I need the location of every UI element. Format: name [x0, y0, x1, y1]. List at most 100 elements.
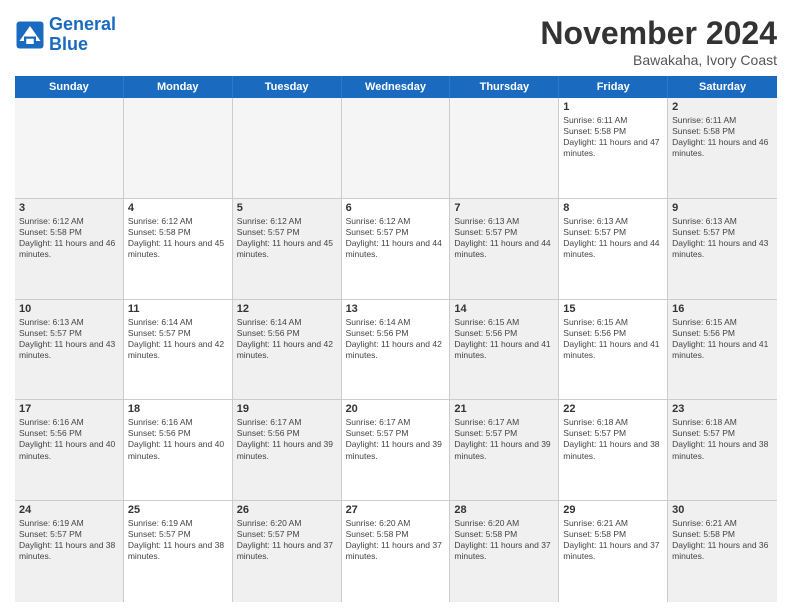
logo: General Blue: [15, 15, 116, 55]
logo-text: General Blue: [49, 15, 116, 55]
logo-icon: [15, 20, 45, 50]
day-info: Sunrise: 6:14 AMSunset: 5:56 PMDaylight:…: [237, 317, 337, 361]
day-cell-30: 30 Sunrise: 6:21 AMSunset: 5:58 PMDayligh…: [668, 501, 777, 602]
day-cell-11: 11 Sunrise: 6:14 AMSunset: 5:57 PMDayligh…: [124, 300, 233, 400]
day-number: 8: [563, 202, 663, 214]
day-number: 25: [128, 504, 228, 516]
day-info: Sunrise: 6:14 AMSunset: 5:56 PMDaylight:…: [346, 317, 446, 361]
day-number: 4: [128, 202, 228, 214]
title-area: November 2024 Bawakaha, Ivory Coast: [540, 15, 777, 68]
day-number: 30: [672, 504, 773, 516]
day-number: 19: [237, 403, 337, 415]
day-number: 13: [346, 303, 446, 315]
day-number: 22: [563, 403, 663, 415]
day-info: Sunrise: 6:20 AMSunset: 5:58 PMDaylight:…: [454, 518, 554, 562]
day-info: Sunrise: 6:16 AMSunset: 5:56 PMDaylight:…: [128, 417, 228, 461]
day-cell-6: 6 Sunrise: 6:12 AMSunset: 5:57 PMDaylight…: [342, 199, 451, 299]
day-number: 14: [454, 303, 554, 315]
day-number: 7: [454, 202, 554, 214]
day-cell-10: 10 Sunrise: 6:13 AMSunset: 5:57 PMDayligh…: [15, 300, 124, 400]
calendar-week-4: 17 Sunrise: 6:16 AMSunset: 5:56 PMDayligh…: [15, 400, 777, 501]
day-number: 5: [237, 202, 337, 214]
day-number: 3: [19, 202, 119, 214]
day-cell-12: 12 Sunrise: 6:14 AMSunset: 5:56 PMDayligh…: [233, 300, 342, 400]
day-cell-8: 8 Sunrise: 6:13 AMSunset: 5:57 PMDaylight…: [559, 199, 668, 299]
day-cell-18: 18 Sunrise: 6:16 AMSunset: 5:56 PMDayligh…: [124, 400, 233, 500]
month-title: November 2024: [540, 15, 777, 52]
weekday-header-wednesday: Wednesday: [342, 76, 451, 98]
day-info: Sunrise: 6:19 AMSunset: 5:57 PMDaylight:…: [19, 518, 119, 562]
day-info: Sunrise: 6:15 AMSunset: 5:56 PMDaylight:…: [454, 317, 554, 361]
day-info: Sunrise: 6:18 AMSunset: 5:57 PMDaylight:…: [672, 417, 773, 461]
weekday-header-sunday: Sunday: [15, 76, 124, 98]
day-info: Sunrise: 6:15 AMSunset: 5:56 PMDaylight:…: [563, 317, 663, 361]
day-cell-2: 2Sunrise: 6:11 AMSunset: 5:58 PMDaylight…: [668, 98, 777, 198]
day-number: 9: [672, 202, 773, 214]
day-number: 6: [346, 202, 446, 214]
day-info: Sunrise: 6:21 AMSunset: 5:58 PMDaylight:…: [563, 518, 663, 562]
day-number: 24: [19, 504, 119, 516]
day-cell-17: 17 Sunrise: 6:16 AMSunset: 5:56 PMDayligh…: [15, 400, 124, 500]
day-number: 27: [346, 504, 446, 516]
day-info: Sunrise: 6:18 AMSunset: 5:57 PMDaylight:…: [563, 417, 663, 461]
weekday-header-thursday: Thursday: [450, 76, 559, 98]
weekday-header-friday: Friday: [559, 76, 668, 98]
day-info: Sunrise: 6:15 AMSunset: 5:56 PMDaylight:…: [672, 317, 773, 361]
day-cell-13: 13 Sunrise: 6:14 AMSunset: 5:56 PMDayligh…: [342, 300, 451, 400]
logo-line1: General: [49, 14, 116, 34]
calendar-body: 1 Sunrise: 6:11 AMSunset: 5:58 PMDaylight…: [15, 98, 777, 602]
day-info: Sunrise: 6:16 AMSunset: 5:56 PMDaylight:…: [19, 417, 119, 461]
location: Bawakaha, Ivory Coast: [540, 52, 777, 68]
day-cell-28: 28 Sunrise: 6:20 AMSunset: 5:58 PMDayligh…: [450, 501, 559, 602]
logo-line2: Blue: [49, 34, 88, 54]
empty-cell-0-0: [15, 98, 124, 198]
day-cell-15: 15 Sunrise: 6:15 AMSunset: 5:56 PMDayligh…: [559, 300, 668, 400]
day-info: Sunrise: 6:11 AMSunset: 5:58 PMDaylight:…: [563, 115, 663, 159]
weekday-header-saturday: Saturday: [668, 76, 777, 98]
day-cell-26: 26Sunrise: 6:20 AMSunset: 5:57 PMDayligh…: [233, 501, 342, 602]
day-cell-27: 27 Sunrise: 6:20 AMSunset: 5:58 PMDayligh…: [342, 501, 451, 602]
header: General Blue November 2024 Bawakaha, Ivo…: [15, 15, 777, 68]
day-info: Sunrise: 6:20 AMSunset: 5:57 PMDaylight:…: [237, 518, 337, 562]
day-number: 23: [672, 403, 773, 415]
day-cell-24: 24 Sunrise: 6:19 AMSunset: 5:57 PMDayligh…: [15, 501, 124, 602]
day-cell-5: 5Sunrise: 6:12 AMSunset: 5:57 PMDaylight…: [233, 199, 342, 299]
day-cell-4: 4Sunrise: 6:12 AMSunset: 5:58 PMDaylight…: [124, 199, 233, 299]
calendar-week-5: 24 Sunrise: 6:19 AMSunset: 5:57 PMDayligh…: [15, 501, 777, 602]
day-info: Sunrise: 6:17 AMSunset: 5:57 PMDaylight:…: [454, 417, 554, 461]
day-info: Sunrise: 6:11 AMSunset: 5:58 PMDaylight:…: [672, 115, 773, 159]
day-number: 21: [454, 403, 554, 415]
day-number: 1: [563, 101, 663, 113]
page: General Blue November 2024 Bawakaha, Ivo…: [0, 0, 792, 612]
day-number: 15: [563, 303, 663, 315]
day-number: 11: [128, 303, 228, 315]
day-cell-21: 21 Sunrise: 6:17 AMSunset: 5:57 PMDayligh…: [450, 400, 559, 500]
day-number: 12: [237, 303, 337, 315]
day-number: 17: [19, 403, 119, 415]
day-number: 28: [454, 504, 554, 516]
day-cell-9: 9Sunrise: 6:13 AMSunset: 5:57 PMDaylight…: [668, 199, 777, 299]
day-number: 10: [19, 303, 119, 315]
day-cell-7: 7Sunrise: 6:13 AMSunset: 5:57 PMDaylight…: [450, 199, 559, 299]
day-info: Sunrise: 6:20 AMSunset: 5:58 PMDaylight:…: [346, 518, 446, 562]
day-info: Sunrise: 6:13 AMSunset: 5:57 PMDaylight:…: [563, 216, 663, 260]
day-info: Sunrise: 6:12 AMSunset: 5:58 PMDaylight:…: [19, 216, 119, 260]
calendar-week-1: 1 Sunrise: 6:11 AMSunset: 5:58 PMDaylight…: [15, 98, 777, 199]
day-info: Sunrise: 6:12 AMSunset: 5:57 PMDaylight:…: [346, 216, 446, 260]
day-cell-14: 14 Sunrise: 6:15 AMSunset: 5:56 PMDayligh…: [450, 300, 559, 400]
weekday-header-tuesday: Tuesday: [233, 76, 342, 98]
day-cell-16: 16 Sunrise: 6:15 AMSunset: 5:56 PMDayligh…: [668, 300, 777, 400]
day-number: 29: [563, 504, 663, 516]
empty-cell-0-2: [233, 98, 342, 198]
day-number: 16: [672, 303, 773, 315]
day-number: 18: [128, 403, 228, 415]
day-info: Sunrise: 6:14 AMSunset: 5:57 PMDaylight:…: [128, 317, 228, 361]
day-info: Sunrise: 6:17 AMSunset: 5:57 PMDaylight:…: [346, 417, 446, 461]
day-info: Sunrise: 6:13 AMSunset: 5:57 PMDaylight:…: [19, 317, 119, 361]
day-cell-22: 22 Sunrise: 6:18 AMSunset: 5:57 PMDayligh…: [559, 400, 668, 500]
day-info: Sunrise: 6:21 AMSunset: 5:58 PMDaylight:…: [672, 518, 773, 562]
day-number: 20: [346, 403, 446, 415]
weekday-header-monday: Monday: [124, 76, 233, 98]
day-cell-23: 23 Sunrise: 6:18 AMSunset: 5:57 PMDayligh…: [668, 400, 777, 500]
day-cell-3: 3 Sunrise: 6:12 AMSunset: 5:58 PMDaylight…: [15, 199, 124, 299]
